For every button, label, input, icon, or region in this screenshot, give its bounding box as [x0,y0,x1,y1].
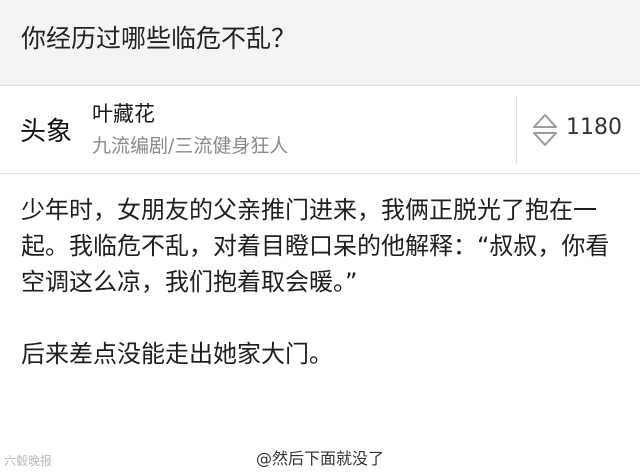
author-bio: 九流编剧/三流健身狂人 [92,135,289,157]
caption: @然后下面就没了 [256,449,385,468]
answer-paragraph: 后来差点没能走出她家大门。 [21,340,333,368]
avatar-handwriting: 头象 [20,117,72,147]
vote-count: 1180 [566,115,622,140]
question-title[interactable]: 你经历过哪些临危不乱？ [21,22,296,56]
up-arrow-icon [533,114,557,128]
answer-body: 少年时，女朋友的父亲推门进来，我俩正脱光了抱在一起。我临危不乱，对着目瞪口呆的他… [21,192,621,372]
question-header: 你经历过哪些临危不乱？ [0,0,640,86]
avatar[interactable]: 头象 [18,100,76,158]
answer-paragraph: 少年时，女朋友的父亲推门进来，我俩正脱光了抱在一起。我临危不乱，对着目瞪口呆的他… [21,196,610,296]
author-info-bar: 头象 叶藏花 九流编剧/三流健身狂人 1180 [0,86,640,174]
author-name[interactable]: 叶藏花 [92,100,155,128]
watermark: 六毂晚报 [4,454,53,468]
up-down-arrow-icon[interactable] [532,110,558,150]
vote-divider [516,96,517,164]
down-arrow-icon [533,132,557,146]
